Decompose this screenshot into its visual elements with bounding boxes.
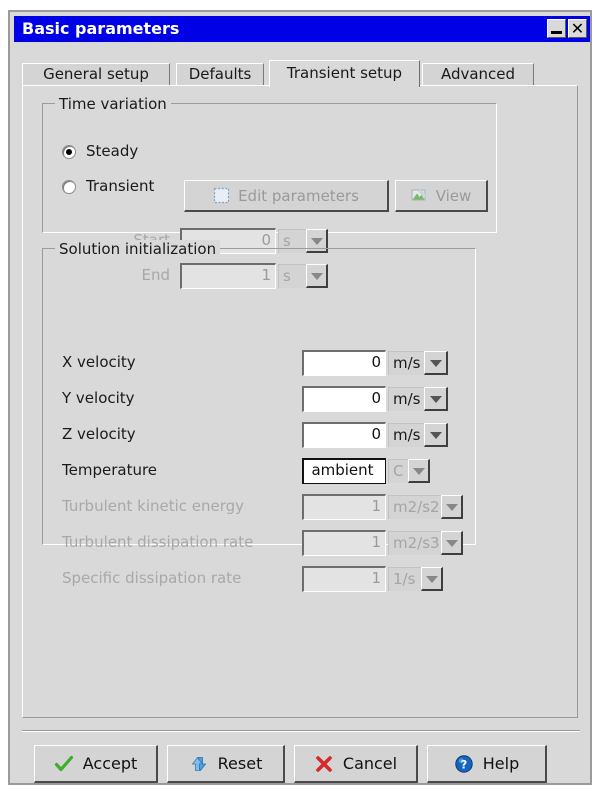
turbulent-dissipation-rate-label: Turbulent dissipation rate — [62, 533, 253, 551]
tab-advanced[interactable]: Advanced — [422, 63, 534, 86]
svg-text:?: ? — [460, 757, 467, 771]
cancel-button[interactable]: Cancel — [294, 745, 418, 783]
edit-parameters-label: Edit parameters — [238, 187, 359, 205]
chevron-down-icon — [446, 504, 458, 511]
turbulent-kinetic-energy-unit-dropdown-button[interactable] — [441, 495, 463, 519]
x-velocity-unit-dropdown-button[interactable] — [424, 351, 448, 375]
turbulent-kinetic-energy-unit-display: m2/s2 — [388, 495, 441, 519]
question-mark-icon: ? — [454, 754, 474, 774]
z-velocity-unit-dropdown-button[interactable] — [424, 423, 448, 447]
group-time-variation: Time variation — [42, 103, 497, 233]
edit-parameters-button[interactable]: Edit parameters — [184, 180, 389, 212]
y-velocity-unit-display: m/s — [388, 387, 424, 411]
dialog-window: Basic parameters ✕ General setup Default… — [8, 10, 592, 785]
help-button[interactable]: ? Help — [427, 745, 547, 783]
x-velocity-input[interactable]: 0 — [302, 350, 386, 376]
specific-dissipation-rate-unit-dropdown-button[interactable] — [421, 567, 443, 591]
tab-defaults[interactable]: Defaults — [176, 63, 264, 86]
cancel-label: Cancel — [343, 754, 397, 773]
turbulent-kinetic-energy-input[interactable]: 1 — [302, 494, 386, 520]
tab-label: Advanced — [441, 65, 515, 83]
temperature-unit-display: C — [388, 459, 408, 483]
x-velocity-unit-display: m/s — [388, 351, 424, 375]
radio-transient-indicator[interactable] — [62, 180, 76, 194]
image-view-icon — [411, 187, 428, 204]
chevron-down-icon — [430, 396, 442, 403]
window-title: Basic parameters — [22, 19, 179, 38]
view-label: View — [436, 187, 472, 205]
turbulent-kinetic-energy-label: Turbulent kinetic energy — [62, 497, 244, 515]
temperature-unit-dropdown-button[interactable] — [408, 459, 430, 483]
reset-arrows-icon — [189, 754, 209, 774]
z-velocity-unit-display: m/s — [388, 423, 424, 447]
reset-button[interactable]: Reset — [167, 745, 285, 783]
y-velocity-input[interactable]: 0 — [302, 386, 386, 412]
x-velocity-label: X velocity — [62, 353, 136, 371]
chevron-down-icon — [430, 432, 442, 439]
tab-general-setup[interactable]: General setup — [22, 63, 170, 86]
dialog-window-inner: Basic parameters ✕ General setup Default… — [10, 12, 590, 783]
z-velocity-input[interactable]: 0 — [302, 422, 386, 448]
chevron-down-icon — [430, 360, 442, 367]
specific-dissipation-rate-unit-display: 1/s — [388, 567, 421, 591]
accept-button[interactable]: Accept — [34, 745, 158, 783]
tab-label: General setup — [43, 65, 149, 83]
radio-selected-dot — [66, 149, 72, 155]
check-mark-icon — [54, 754, 74, 774]
temperature-input[interactable]: ambient — [302, 458, 386, 484]
turbulent-dissipation-rate-input[interactable]: 1 — [302, 530, 386, 556]
specific-dissipation-rate-label: Specific dissipation rate — [62, 569, 241, 587]
y-velocity-label: Y velocity — [62, 389, 135, 407]
title-bar[interactable]: Basic parameters ✕ — [14, 16, 590, 42]
close-button[interactable]: ✕ — [568, 19, 587, 38]
temperature-label: Temperature — [62, 461, 157, 479]
tab-transient-setup[interactable]: Transient setup — [269, 60, 420, 87]
z-velocity-label: Z velocity — [62, 425, 136, 443]
turbulent-dissipation-rate-unit-dropdown-button[interactable] — [441, 531, 463, 555]
group-title-solution-initialization: Solution initialization — [55, 240, 220, 258]
desktop-background: Basic parameters ✕ General setup Default… — [0, 0, 612, 795]
y-velocity-unit-dropdown-button[interactable] — [424, 387, 448, 411]
accept-label: Accept — [83, 754, 138, 773]
radio-transient-label: Transient — [86, 177, 154, 195]
turbulent-dissipation-rate-unit-display: m2/s3 — [388, 531, 441, 555]
chevron-down-icon — [426, 576, 438, 583]
minimize-button[interactable] — [547, 19, 566, 38]
chevron-down-icon — [311, 238, 323, 245]
dotted-square-icon — [213, 187, 230, 204]
view-button[interactable]: View — [395, 180, 488, 212]
tab-strip: General setup Defaults Transient setup A… — [22, 60, 578, 86]
help-label: Help — [483, 754, 519, 773]
close-icon: ✕ — [569, 20, 586, 37]
minimize-icon — [551, 31, 562, 34]
tab-label: Defaults — [189, 65, 252, 83]
radio-steady-indicator[interactable] — [62, 145, 76, 159]
reset-label: Reset — [218, 754, 263, 773]
group-title-time-variation: Time variation — [55, 95, 171, 113]
chevron-down-icon — [446, 540, 458, 547]
cross-mark-icon — [314, 754, 334, 774]
chevron-down-icon — [413, 468, 425, 475]
tab-label: Transient setup — [287, 64, 402, 82]
footer-separator — [22, 730, 580, 732]
radio-steady-label: Steady — [86, 142, 138, 160]
specific-dissipation-rate-input[interactable]: 1 — [302, 566, 386, 592]
